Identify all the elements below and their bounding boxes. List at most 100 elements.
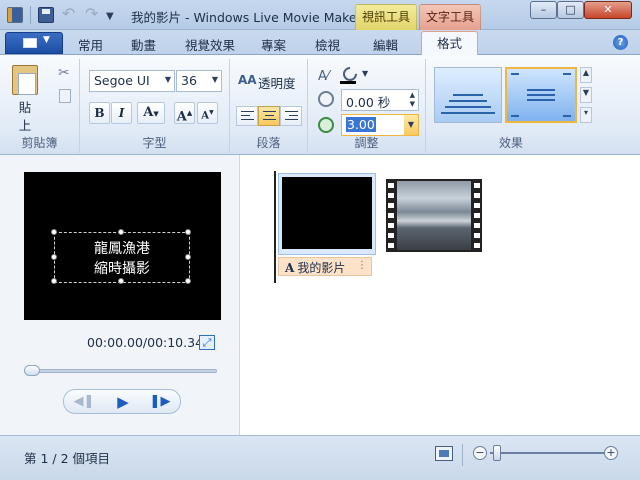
duration-input[interactable]: 3.00 ▼ <box>341 114 419 136</box>
storyboard: A 我的影片 ⋮ <box>242 155 640 435</box>
close-button[interactable]: ✕ <box>584 1 632 19</box>
main-area: 龍鳳漁港 縮時攝影 00:00.00/00:10.34 ⤢ ◀❚ ▶ ❚▶ A … <box>0 155 640 435</box>
align-left-button[interactable] <box>236 106 258 126</box>
zoom-slider-thumb[interactable] <box>493 445 502 461</box>
help-icon[interactable]: ? <box>613 35 628 50</box>
caption-bar[interactable]: A 我的影片 ⋮ <box>278 257 372 276</box>
font-size-select[interactable]: 36 ▼ <box>176 70 222 92</box>
tab-visual-effects[interactable]: 視覺效果 <box>185 35 235 54</box>
play-button[interactable]: ▶ <box>111 393 135 411</box>
italic-button[interactable]: I <box>111 102 132 124</box>
ribbon-tab-bar: ▼ 常用 動畫 視覺效果 專案 檢視 編輯 格式 ? <box>0 30 640 56</box>
thumbnail-size-icon[interactable] <box>435 446 453 461</box>
tab-edit[interactable]: 編輯 <box>373 35 398 54</box>
transparency-icon[interactable]: AA <box>238 73 257 87</box>
text-outline-icon[interactable]: A⁄ <box>318 69 329 84</box>
chevron-down-icon[interactable]: ▼ <box>362 69 368 78</box>
film-sprocket <box>474 183 480 188</box>
resize-handle[interactable] <box>51 229 57 235</box>
zoom-in-button[interactable]: + <box>604 446 618 460</box>
film-sprocket <box>474 193 480 198</box>
text-icon: A <box>285 261 295 275</box>
paste-button-label[interactable]: 貼 上 <box>13 99 37 135</box>
group-paragraph: AA 透明度 段落 <box>230 59 308 153</box>
resize-handle[interactable] <box>185 254 191 260</box>
tab-view[interactable]: 檢視 <box>315 35 340 54</box>
effect-thumbnail-scroll[interactable] <box>434 67 502 123</box>
zoom-slider[interactable] <box>490 452 604 454</box>
resize-handle[interactable] <box>118 278 124 284</box>
caption-text-box[interactable]: 龍鳳漁港 縮時攝影 <box>51 229 191 284</box>
movie-maker-icon[interactable] <box>7 7 23 23</box>
font-name-select[interactable]: Segoe UI ▼ <box>89 70 175 92</box>
shrink-font-glyph: A <box>201 110 210 122</box>
scissors-icon[interactable]: ✂ <box>58 65 70 81</box>
spin-up-icon[interactable]: ▲ <box>410 91 415 99</box>
playhead[interactable] <box>274 171 276 283</box>
seek-bar[interactable] <box>24 369 217 373</box>
title-bar: ↶ ↷ ▼ 我的影片 - Windows Live Movie Maker 視訊… <box>0 0 640 30</box>
transparency-button-label[interactable]: 透明度 <box>258 73 296 92</box>
tab-format[interactable]: 格式 <box>421 31 478 56</box>
chevron-down-icon[interactable]: ▼ <box>580 87 592 103</box>
caption-text[interactable]: 龍鳳漁港 縮時攝影 <box>55 239 189 279</box>
bold-button[interactable]: B <box>89 102 110 124</box>
save-icon[interactable] <box>38 7 54 23</box>
chevron-down-icon[interactable]: ▼ <box>404 115 418 135</box>
group-adjust: A⁄ ▼ 0.00 秒 ▲ ▼ 3.00 ▼ 調整 <box>308 59 426 153</box>
storyboard-clip-title[interactable] <box>278 173 376 255</box>
group-label-clipboard: 剪貼簿 <box>21 136 58 150</box>
font-name-value: Segoe UI <box>94 73 150 88</box>
chevron-up-icon[interactable]: ▲ <box>580 67 592 83</box>
film-sprocket <box>474 223 480 228</box>
storyboard-clip-video[interactable] <box>386 179 482 252</box>
font-color-button[interactable]: A▼ <box>137 102 165 124</box>
tab-home[interactable]: 常用 <box>78 35 103 54</box>
redo-icon[interactable]: ↷ <box>85 4 98 24</box>
seek-handle[interactable] <box>24 365 40 376</box>
zoom-out-button[interactable]: − <box>473 446 487 460</box>
next-frame-button[interactable]: ❚▶ <box>148 393 172 411</box>
start-time-icon <box>318 91 334 107</box>
resize-handle[interactable] <box>118 229 124 235</box>
film-sprocket <box>388 183 394 188</box>
resize-handle[interactable] <box>185 278 191 284</box>
resize-handle[interactable] <box>51 254 57 260</box>
chevron-down-icon[interactable]: ▼ <box>106 7 114 27</box>
copy-icon[interactable] <box>59 89 71 103</box>
minimize-button[interactable]: – <box>530 1 557 19</box>
time-readout: 00:00.00/00:10.34 <box>87 335 204 350</box>
group-label-font: 字型 <box>142 136 167 150</box>
caption-bar-label: 我的影片 <box>297 261 346 275</box>
align-right-button[interactable] <box>280 106 302 126</box>
resize-handle[interactable] <box>185 229 191 235</box>
gallery-more-icon[interactable]: ▾ <box>580 107 592 123</box>
spin-down-icon[interactable]: ▼ <box>410 100 415 108</box>
preview-monitor[interactable]: 龍鳳漁港 縮時攝影 <box>24 172 221 320</box>
tab-animations[interactable]: 動畫 <box>131 35 156 54</box>
group-label-adjust: 調整 <box>354 136 379 150</box>
clip-thumbnail <box>397 181 471 250</box>
film-sprocket <box>474 233 480 238</box>
group-label-paragraph: 段落 <box>256 136 281 150</box>
maximize-button[interactable]: □ <box>557 1 584 19</box>
resize-handle[interactable] <box>51 278 57 284</box>
film-sprocket <box>474 243 480 248</box>
item-count: 第 1 / 2 個項目 <box>24 451 111 466</box>
file-menu-button[interactable]: ▼ <box>5 32 63 54</box>
font-size-value: 36 <box>181 73 197 88</box>
shrink-font-button[interactable]: A▼ <box>197 102 218 124</box>
align-center-button[interactable] <box>258 106 280 126</box>
undo-icon[interactable]: ↶ <box>62 4 75 24</box>
group-effects: ▲ ▼ ▾ 效果 <box>426 59 596 153</box>
paste-icon[interactable] <box>12 65 38 95</box>
start-time-input[interactable]: 0.00 秒 ▲ ▼ <box>341 89 419 111</box>
fullscreen-icon[interactable]: ⤢ <box>199 335 215 350</box>
tab-project[interactable]: 專案 <box>261 35 286 54</box>
previous-frame-button[interactable]: ◀❚ <box>72 393 96 411</box>
film-sprocket <box>474 203 480 208</box>
grow-font-button[interactable]: A▲ <box>174 102 195 124</box>
group-clipboard: 貼 上 ✂ 剪貼簿 <box>0 59 80 153</box>
drag-handle-icon[interactable]: ⋮ <box>357 260 367 271</box>
effect-thumbnail-zoom[interactable] <box>505 67 577 123</box>
